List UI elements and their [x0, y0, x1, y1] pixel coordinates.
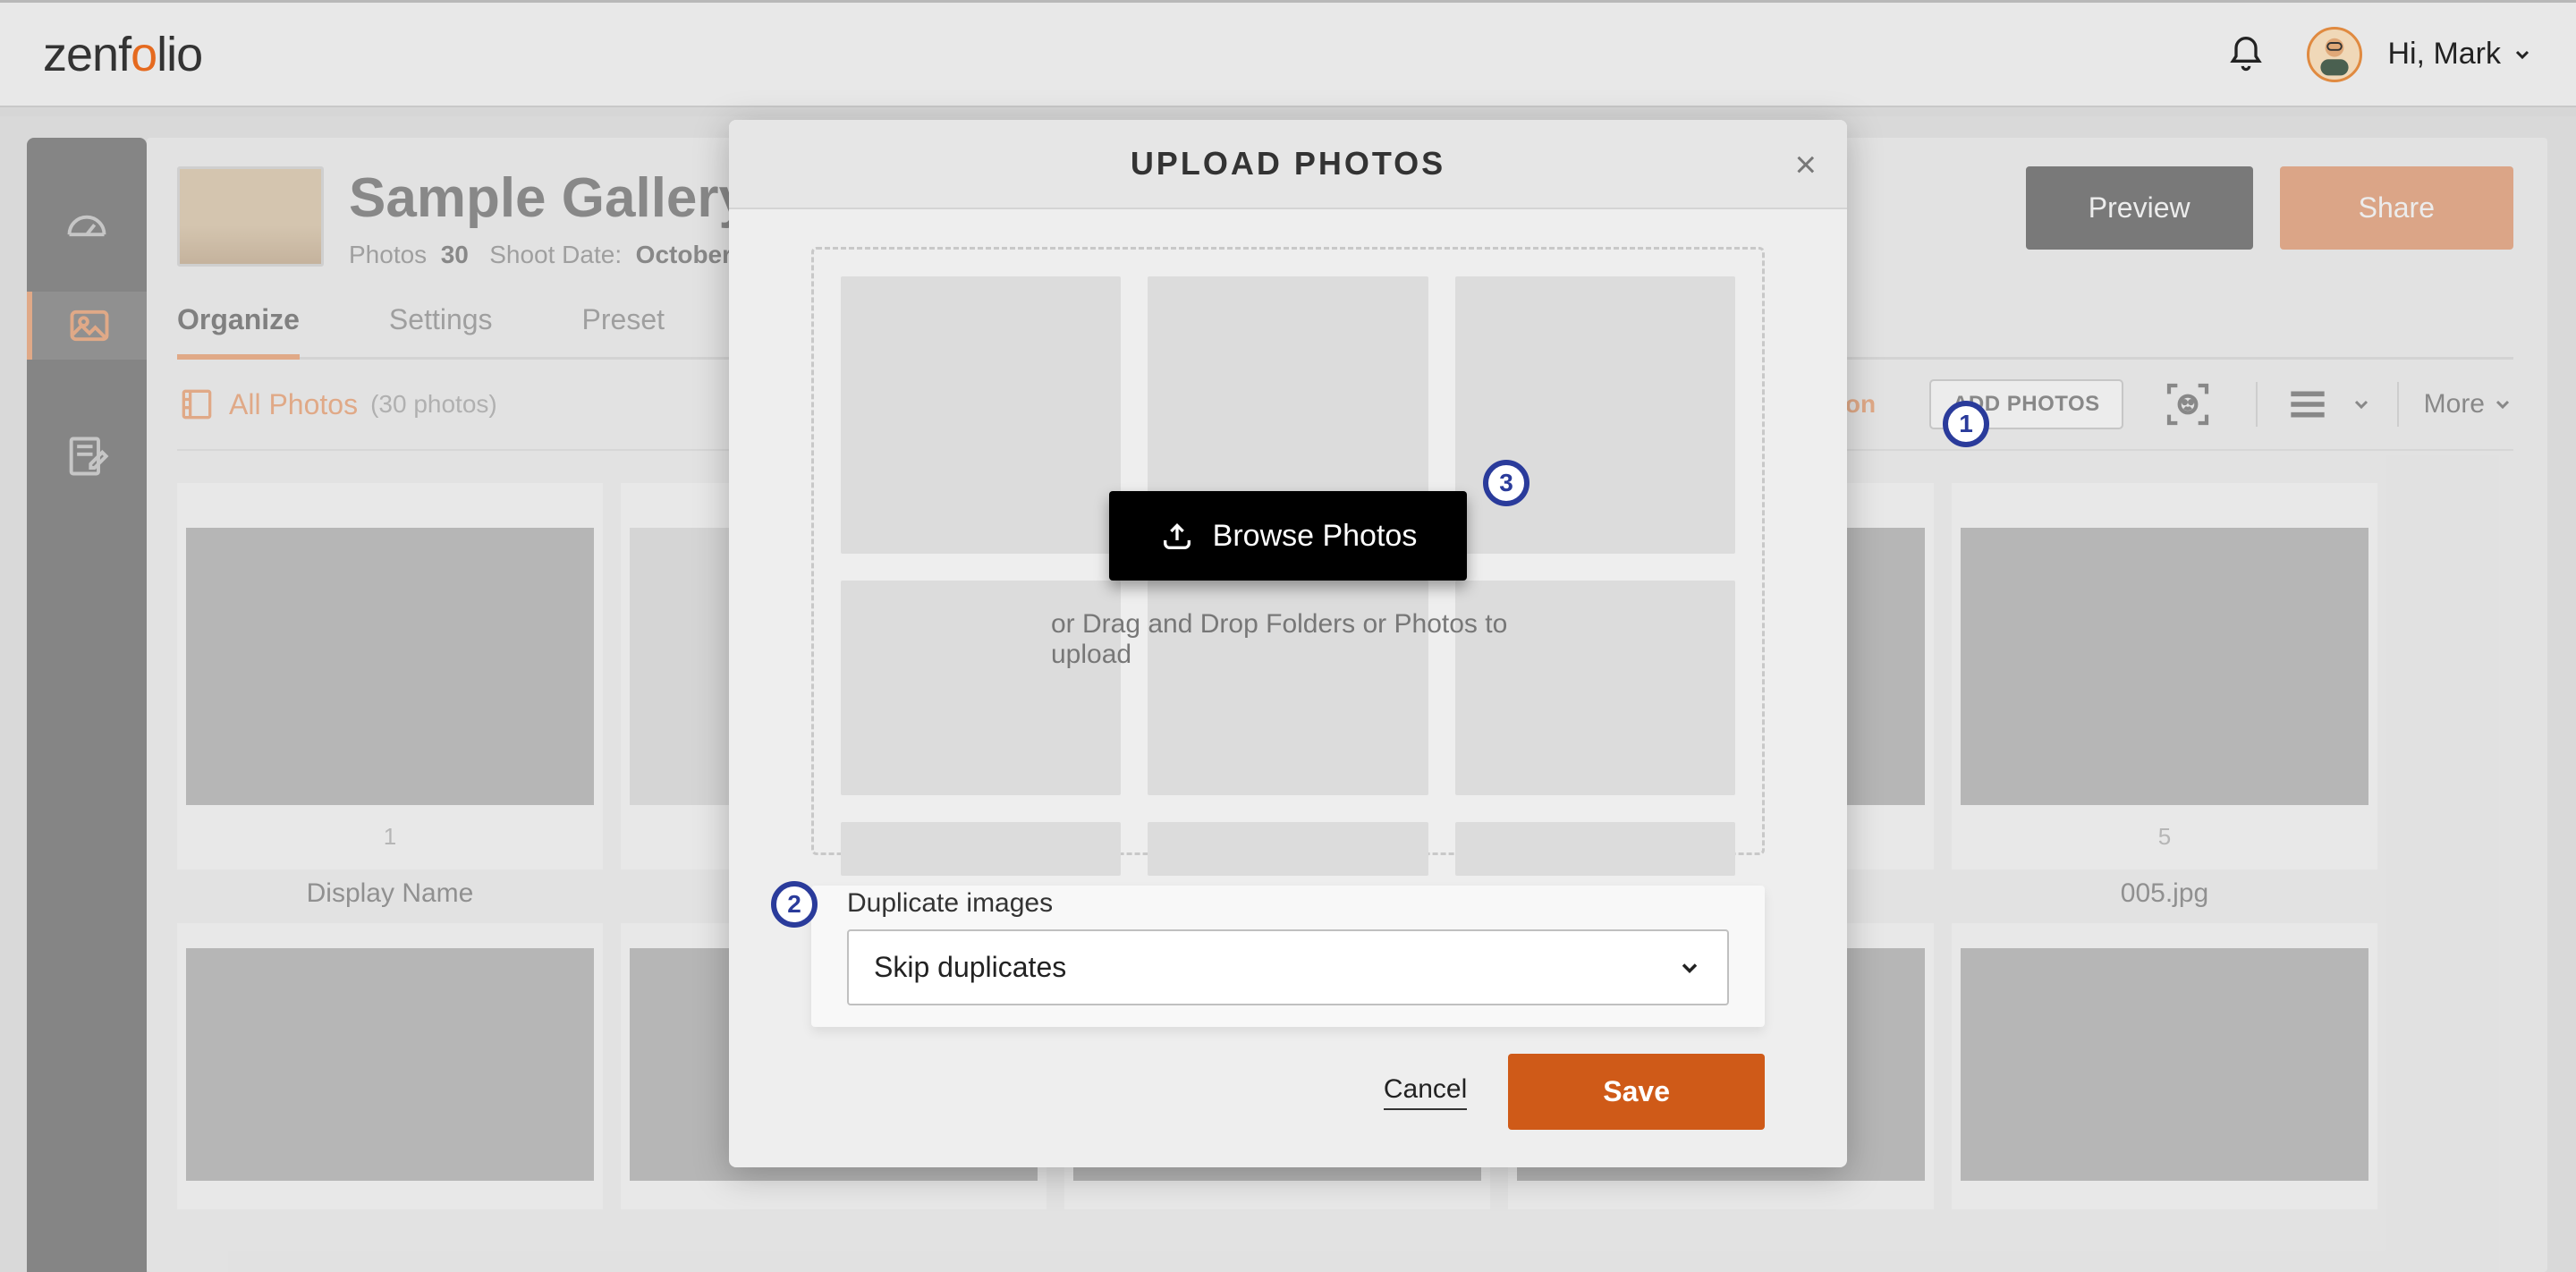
callout-marker: 2 [771, 881, 818, 928]
chevron-down-icon [1677, 955, 1702, 980]
duplicate-select[interactable]: Skip duplicates [847, 929, 1729, 1005]
duplicate-section: Duplicate images Skip duplicates [811, 886, 1765, 1027]
top-bar: zenfolio Hi, Mark [0, 0, 2576, 107]
notifications-icon[interactable] [2226, 35, 2266, 74]
callout-marker: 3 [1483, 460, 1530, 506]
duplicate-label: Duplicate images [847, 886, 1729, 929]
avatar[interactable] [2307, 27, 2362, 82]
browse-photos-button[interactable]: Browse Photos [1109, 491, 1468, 581]
cancel-button[interactable]: Cancel [1384, 1074, 1467, 1110]
brand-logo[interactable]: zenfolio [43, 27, 202, 82]
callout-marker: 1 [1943, 401, 1989, 447]
dropzone-hint: or Drag and Drop Folders or Photos to up… [1051, 609, 1525, 670]
modal-title: UPLOAD PHOTOS [729, 145, 1847, 182]
upload-icon [1159, 518, 1195, 554]
dropzone[interactable]: Browse Photos or Drag and Drop Folders o… [811, 247, 1765, 855]
save-button[interactable]: Save [1508, 1054, 1765, 1130]
upload-modal: UPLOAD PHOTOS × Browse Photos or Drag an… [729, 120, 1847, 1167]
chevron-down-icon[interactable] [2512, 44, 2533, 65]
user-greeting[interactable]: Hi, Mark [2387, 37, 2501, 72]
close-icon[interactable]: × [1794, 143, 1817, 186]
